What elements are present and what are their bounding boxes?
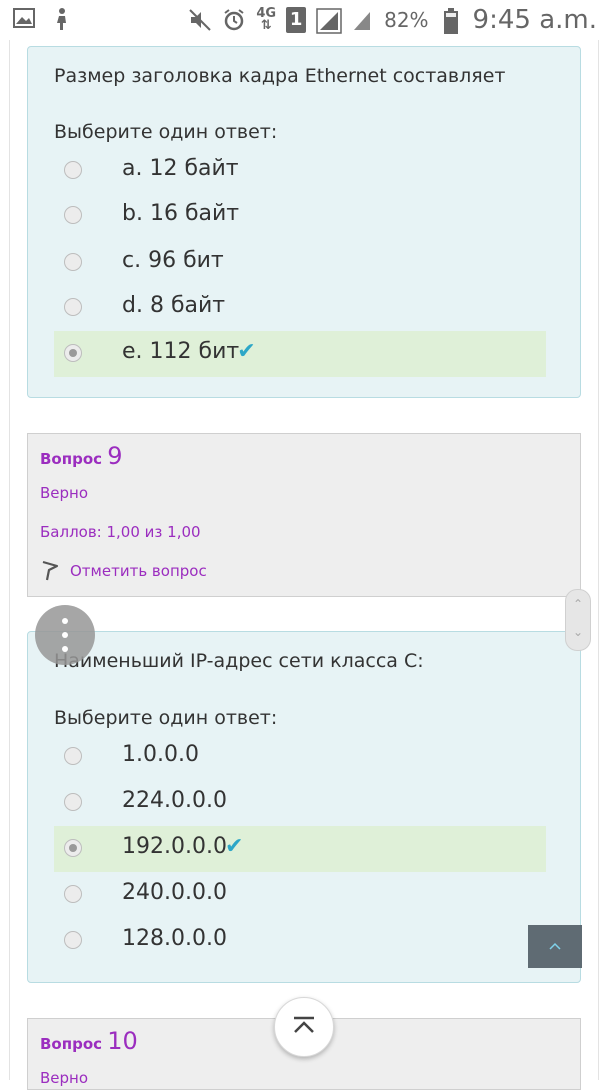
question-label: Вопрос — [40, 450, 103, 468]
radio-button[interactable] — [64, 253, 82, 271]
check-icon: ✔ — [224, 834, 244, 859]
question-text: Наименьший IP-адрес сети класса C: — [54, 650, 424, 672]
option-label: a. 12 байт — [122, 156, 239, 181]
answer-option-selected[interactable]: e. 112 бит✔ — [54, 331, 546, 377]
clock: 9:45 a.m. — [472, 5, 597, 35]
battery-icon — [439, 8, 463, 34]
answer-option[interactable]: 1.0.0.0 — [54, 734, 546, 780]
question-number-value: 10 — [107, 1027, 138, 1055]
flag-icon — [42, 560, 59, 581]
chevron-down-icon: ⌄ — [572, 625, 584, 639]
radio-button-selected[interactable] — [64, 344, 82, 362]
question-number: Вопрос 9 — [40, 442, 123, 470]
question-info: Вопрос 9 Верно Баллов: 1,00 из 1,00 Отме… — [27, 433, 581, 597]
option-label: 128.0.0.0 — [122, 926, 227, 951]
double-chevron-up-icon — [294, 1016, 314, 1033]
question-text: Размер заголовка кадра Ethernet составля… — [54, 65, 506, 87]
flag-question-label: Отметить вопрос — [70, 562, 207, 580]
dot-icon — [62, 646, 68, 652]
answer-option[interactable]: 224.0.0.0 — [54, 780, 546, 826]
radio-button-selected[interactable] — [64, 839, 82, 857]
option-label: 1.0.0.0 — [122, 742, 199, 767]
radio-button[interactable] — [64, 885, 82, 903]
option-label-wrapper: 192.0.0.0✔ — [122, 834, 243, 859]
flag-question-link[interactable]: Отметить вопрос — [40, 560, 207, 582]
check-icon: ✔ — [237, 339, 256, 364]
figure-icon — [50, 7, 74, 31]
answer-option[interactable]: b. 16 байт — [54, 193, 546, 239]
option-label: 240.0.0.0 — [122, 880, 227, 905]
question-status: Верно — [40, 1069, 89, 1087]
answer-option[interactable]: a. 12 байт — [54, 148, 546, 194]
option-label: 192.0.0.0 — [122, 834, 227, 859]
battery-percent: 82% — [384, 8, 429, 32]
dot-icon — [62, 632, 68, 638]
dot-icon — [62, 618, 68, 624]
more-menu-button[interactable] — [35, 605, 95, 665]
radio-button[interactable] — [64, 298, 82, 316]
option-label: b. 16 байт — [122, 201, 240, 226]
sim-1-icon: 1 — [286, 7, 307, 33]
radio-button[interactable] — [64, 747, 82, 765]
answer-option[interactable]: d. 8 байт — [54, 285, 546, 331]
question-score: Баллов: 1,00 из 1,00 — [40, 523, 201, 541]
option-label-wrapper: e. 112 бит✔ — [122, 339, 256, 364]
radio-button[interactable] — [64, 931, 82, 949]
answer-option[interactable]: 240.0.0.0 — [54, 872, 546, 918]
option-label: 224.0.0.0 — [122, 788, 227, 813]
mute-icon — [188, 8, 212, 32]
signal-weak-icon — [350, 8, 374, 32]
status-bar: 4G ⇅ 1 82% 9:45 a.m. — [0, 0, 607, 40]
scroll-to-top-button[interactable] — [528, 925, 582, 968]
question-number: Вопрос 10 — [40, 1027, 138, 1055]
question-label: Вопрос — [40, 1035, 103, 1053]
question-card: Наименьший IP-адрес сети класса C: Выбер… — [27, 631, 581, 983]
chevron-up-icon: ⌃ — [572, 597, 584, 611]
radio-button[interactable] — [64, 206, 82, 224]
question-status: Верно — [40, 484, 89, 502]
option-label: c. 96 бит — [122, 248, 224, 273]
answer-prompt: Выберите один ответ: — [54, 707, 278, 729]
question-number-value: 9 — [107, 442, 123, 470]
option-label: e. 112 бит — [122, 339, 240, 364]
answer-option[interactable]: 128.0.0.0 — [54, 918, 546, 964]
network-4g-icon: 4G ⇅ — [256, 6, 277, 33]
signal-icon — [316, 8, 342, 34]
scroll-up-button[interactable] — [274, 997, 334, 1057]
alarm-icon — [222, 8, 246, 32]
chevron-up-icon — [549, 942, 561, 950]
answer-option-selected[interactable]: 192.0.0.0✔ — [54, 826, 546, 872]
gallery-icon — [12, 7, 36, 31]
option-label: d. 8 байт — [122, 293, 226, 318]
answer-option[interactable]: c. 96 бит — [54, 240, 546, 286]
question-card: Размер заголовка кадра Ethernet составля… — [27, 46, 581, 398]
answer-prompt: Выберите один ответ: — [54, 121, 278, 143]
radio-button[interactable] — [64, 793, 82, 811]
radio-button[interactable] — [64, 161, 82, 179]
scroll-handle[interactable]: ⌃ ⌄ — [565, 589, 591, 651]
